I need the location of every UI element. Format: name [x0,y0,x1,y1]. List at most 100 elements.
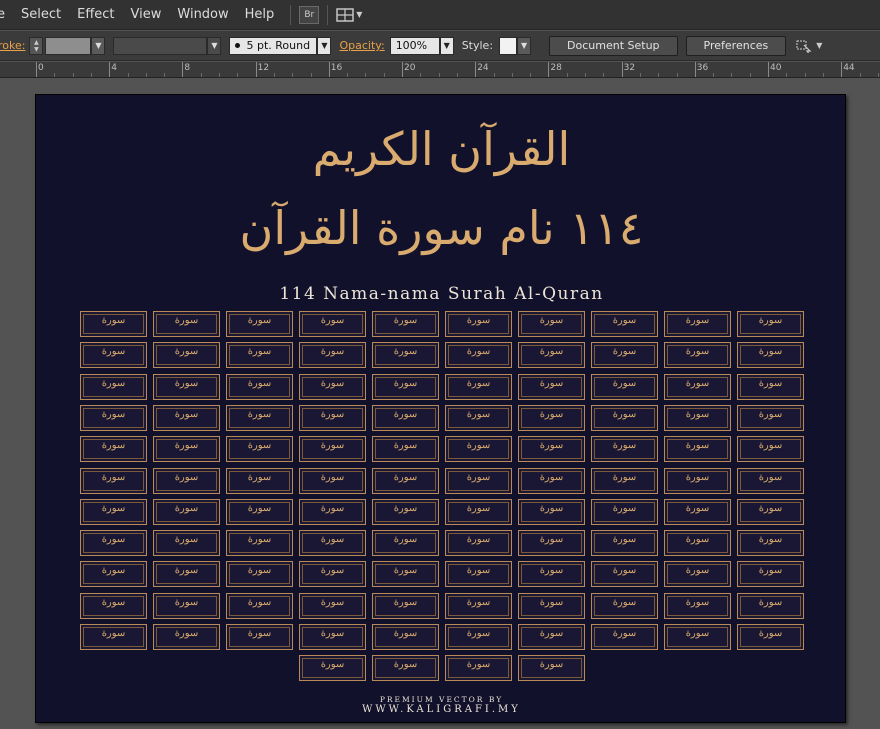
surah-tile: سورة [372,436,439,463]
ruler-label: 0 [38,63,44,73]
style-dropdown[interactable]: ▼ [517,36,532,55]
surah-tile-arabic: سورة [101,408,126,420]
ruler-minor-tick [145,73,147,77]
ruler-tick [694,62,696,77]
opacity-label[interactable]: Opacity: [339,39,384,52]
ruler-minor-tick [786,73,788,77]
opacity-dropdown[interactable]: ▼ [439,36,454,55]
brush-dropdown[interactable]: ▼ [317,36,332,55]
ruler-minor-tick [511,73,513,77]
menu-view[interactable]: View [123,0,170,30]
surah-tile-arabic: سورة [612,596,637,608]
surah-tile: سورة [591,404,658,431]
surah-tile-arabic: سورة [539,408,564,420]
surah-tile: سورة [445,655,512,682]
surah-tile: سورة [153,311,220,337]
ruler-label: 28 [550,63,562,73]
surah-tile-arabic: سورة [685,377,710,389]
surah-tile-arabic: سورة [174,440,199,452]
surah-tile: سورة [591,436,658,463]
profile-dropdown[interactable]: ▼ [207,36,222,55]
menu-edit[interactable]: e [0,0,13,30]
opacity-field[interactable]: 100% [389,36,440,55]
ruler-minor-tick [383,73,385,77]
surah-tile-arabic: سورة [466,377,491,389]
surah-tile: سورة [226,404,293,431]
surah-tile-arabic: سورة [758,534,783,546]
surah-tile-arabic: سورة [539,315,564,326]
ruler-minor-tick [585,73,586,77]
surah-tile-arabic: سورة [320,471,345,483]
surah-tile: سورة [591,530,658,557]
arrange-documents-icon[interactable]: ▼ [336,7,362,22]
stroke-weight-field[interactable] [45,36,92,55]
ruler-minor-tick [347,73,349,77]
surah-tile: سورة [737,311,804,337]
menu-bar: e Select Effect View Window Help Br ▼ [0,0,880,30]
surah-tile: سورة [664,436,731,463]
surah-tile: سورة [518,561,585,588]
surah-tile-arabic: سورة [466,502,491,514]
menu-select[interactable]: Select [13,0,69,30]
surah-tile-arabic: سورة [685,471,710,483]
surah-tile-arabic: سورة [393,440,418,452]
ruler-label: 44 [843,63,855,73]
bridge-icon[interactable]: Br [299,5,320,24]
ruler-tick [402,62,403,77]
menu-window[interactable]: Window [169,0,236,30]
variable-width-profile[interactable] [113,36,208,55]
brush-definition-field[interactable]: 5 pt. Round [229,36,318,55]
surah-tile-arabic: سورة [101,534,126,546]
surah-tile-arabic: سورة [101,315,126,326]
surah-tile: سورة [226,311,293,337]
canvas-area[interactable]: القرآن الكريم ١١٤ نام سورة القرآن 114 Na… [0,79,880,729]
ruler-minor-tick [438,73,440,77]
surah-tile-arabic: سورة [174,471,199,483]
ruler-label: 36 [696,63,709,73]
select-similar-icon[interactable]: ▼ [796,39,822,53]
menu-help[interactable]: Help [237,0,283,30]
surah-tile-arabic: سورة [247,596,272,608]
graphic-style-swatch[interactable] [499,36,518,55]
surah-tile-arabic: سورة [758,377,783,389]
surah-tile: سورة [372,561,439,588]
surah-tile-arabic: سورة [174,628,199,639]
preferences-button[interactable]: Preferences [685,35,787,56]
stroke-label: roke: [0,39,26,52]
surah-tile-arabic: سورة [101,502,126,514]
brush-dot-icon [235,43,241,48]
surah-tile-arabic: سورة [101,596,126,608]
artboard[interactable]: القرآن الكريم ١١٤ نام سورة القرآن 114 Na… [35,94,846,723]
surah-tile-arabic: سورة [539,471,564,483]
surah-tile-arabic: سورة [393,596,418,608]
surah-tile-arabic: سورة [685,502,710,514]
surah-tile: سورة [445,592,512,619]
stroke-weight-dropdown[interactable]: ▼ [91,36,106,55]
surah-tile-arabic: سورة [466,628,491,639]
menu-separator [290,4,292,25]
surah-tile: سورة [591,311,658,337]
ruler-minor-tick [804,73,806,77]
document-setup-button[interactable]: Document Setup [549,35,678,56]
surah-tile-arabic: سورة [466,534,491,546]
ruler-label: 20 [404,63,416,73]
surah-tile-arabic: سورة [393,315,418,326]
surah-tile: سورة [518,655,585,682]
subtitle: 114 Nama-nama Surah Al-Quran [279,284,604,304]
surah-tile: سورة [372,404,439,431]
surah-tile: سورة [737,373,804,400]
menu-effect[interactable]: Effect [69,0,122,30]
surah-tile: سورة [153,530,220,557]
ruler-minor-tick [456,73,458,77]
surah-tile: سورة [153,467,220,494]
surah-tile-arabic: سورة [758,502,783,514]
surah-tile: سورة [518,467,585,494]
surah-tile: سورة [299,436,366,463]
surah-tile-arabic: سورة [539,659,564,671]
surah-tile-arabic: سورة [174,596,199,608]
surah-tile-arabic: سورة [247,502,272,514]
horizontal-ruler[interactable]: 0 4 8 12 16 20 24 28 32 36 40 44 [0,62,880,78]
stroke-weight-stepper[interactable]: ▲ ▼ [29,36,44,55]
surah-tile-arabic: سورة [247,377,272,389]
surah-tile: سورة [372,311,439,337]
